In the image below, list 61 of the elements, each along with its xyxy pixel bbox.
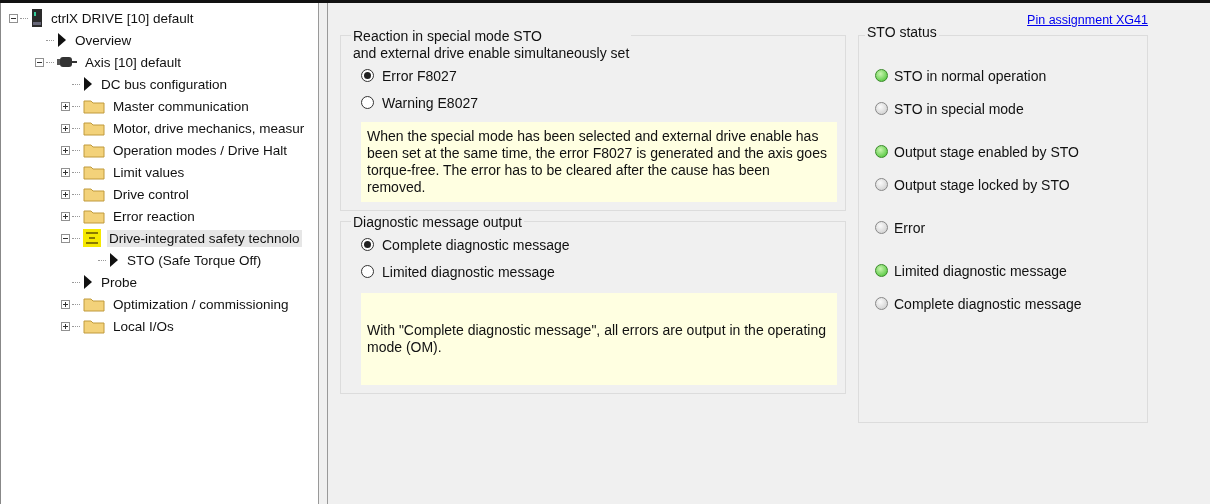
radio-button[interactable] xyxy=(361,69,374,82)
tree-item[interactable]: ctrlX DRIVE [10] default xyxy=(49,9,196,27)
drive-device-icon xyxy=(31,9,43,27)
status-label: Output stage locked by STO xyxy=(894,176,1070,193)
tree-item[interactable]: DC bus configuration xyxy=(99,75,230,93)
radio-button[interactable] xyxy=(361,96,374,109)
expand-toggle[interactable] xyxy=(61,101,72,111)
group-title: Diagnostic message output xyxy=(351,214,524,231)
option-label: Limited diagnostic message xyxy=(382,263,555,280)
expand-toggle[interactable] xyxy=(61,123,72,133)
status-label: Limited diagnostic message xyxy=(894,262,1067,279)
motor-icon xyxy=(57,56,77,68)
tree-item[interactable]: Operation modes / Drive Halt xyxy=(111,141,290,159)
option-label: Warning E8027 xyxy=(382,94,478,111)
folder-icon xyxy=(83,120,105,136)
tree-item[interactable]: Master communication xyxy=(111,97,251,115)
tree-item[interactable]: Local I/Os xyxy=(111,317,176,335)
tree-item[interactable]: STO (Safe Torque Off) xyxy=(125,251,264,269)
info-note: When the special mode has been selected and external drive enable has been set at the same time, the error F8027 is generated and the axis goes torque-free. The error has to be cleared after the cause has been removed. xyxy=(361,122,837,202)
expand-toggle[interactable] xyxy=(61,211,72,221)
folder-icon xyxy=(83,296,105,312)
expand-toggle[interactable] xyxy=(61,321,72,331)
radio-button[interactable] xyxy=(361,238,374,251)
expand-toggle[interactable] xyxy=(61,189,72,199)
info-note: With "Complete diagnostic message", all errors are output in the operating mode (OM). xyxy=(361,293,837,385)
folder-icon xyxy=(83,164,105,180)
expand-toggle[interactable] xyxy=(61,299,72,309)
tree-item[interactable]: Drive-integrated safety technolo xyxy=(107,229,302,247)
status-label: STO in normal operation xyxy=(894,67,1047,84)
option-label: Error F8027 xyxy=(382,67,457,84)
page-arrow-icon xyxy=(83,77,93,91)
status-label: Output stage enabled by STO xyxy=(894,143,1079,160)
status-label: Complete diagnostic message xyxy=(894,295,1082,312)
collapse-toggle[interactable] xyxy=(35,57,46,67)
folder-icon xyxy=(83,142,105,158)
status-label: Error xyxy=(894,219,926,236)
status-label: STO in special mode xyxy=(894,100,1024,117)
folder-icon xyxy=(83,318,105,334)
tree-item[interactable]: Limit values xyxy=(111,163,187,181)
page-arrow-icon xyxy=(109,253,119,267)
tree-item[interactable]: Axis [10] default xyxy=(83,53,184,71)
folder-icon xyxy=(83,98,105,114)
folder-icon xyxy=(83,186,105,202)
group-title: Reaction in special mode STO and external drive enable simultaneously set xyxy=(351,28,632,62)
safety-badge-icon xyxy=(83,229,101,247)
collapse-toggle[interactable] xyxy=(9,13,20,23)
option-label: Complete diagnostic message xyxy=(382,236,570,253)
collapse-toggle[interactable] xyxy=(61,233,72,243)
page-arrow-icon xyxy=(57,33,67,47)
tree-item[interactable]: Optimization / commissioning xyxy=(111,295,291,313)
radio-button[interactable] xyxy=(361,265,374,278)
tree-item[interactable]: Error reaction xyxy=(111,207,197,225)
tree-item[interactable]: Probe xyxy=(99,273,140,291)
tree-item[interactable]: Overview xyxy=(73,31,134,49)
tree-item[interactable]: Motor, drive mechanics, measur xyxy=(111,119,307,137)
expand-toggle[interactable] xyxy=(61,167,72,177)
pin-assignment-link[interactable]: Pin assignment XG41 xyxy=(1027,13,1148,31)
tree-item[interactable]: Drive control xyxy=(111,185,191,203)
page-arrow-icon xyxy=(83,275,93,289)
expand-toggle[interactable] xyxy=(61,145,72,155)
folder-icon xyxy=(83,208,105,224)
